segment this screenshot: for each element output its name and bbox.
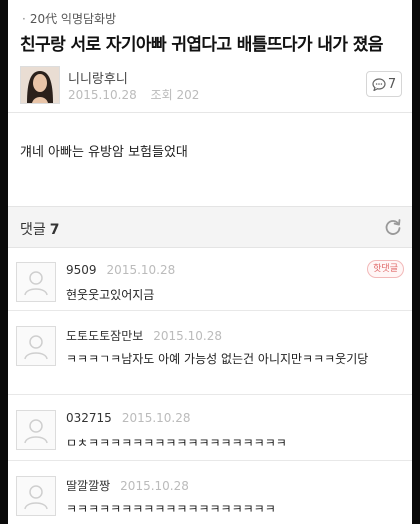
comments-header-count: 7 bbox=[49, 222, 60, 238]
board-name: 20代 익명담화방 bbox=[29, 12, 117, 26]
author-avatar[interactable] bbox=[20, 66, 60, 104]
comment-header: 딸깔깔짱 2015.10.28 bbox=[66, 477, 189, 494]
comment-item: 도토도토잠만보 2015.10.28 ㅋㅋㅋㄱㅋ남자도 아예 가능성 없는건 아니… bbox=[8, 318, 412, 395]
comment-item: 9509 2015.10.28 핫댓글 현웃웃고있어지금 bbox=[8, 254, 412, 311]
comment-header: 9509 2015.10.28 bbox=[66, 263, 175, 277]
commenter-avatar[interactable] bbox=[16, 262, 56, 302]
author-name[interactable]: 니니랑후니 bbox=[68, 68, 128, 87]
comment-date: 2015.10.28 bbox=[106, 263, 176, 277]
comments-header: 댓글 7 bbox=[8, 206, 412, 248]
bullet-icon: · bbox=[22, 12, 26, 26]
comment-header: 032715 2015.10.28 bbox=[66, 411, 191, 425]
post-views: 조회 202 bbox=[150, 88, 200, 102]
comment-count-button[interactable]: 7 bbox=[366, 71, 402, 97]
refresh-button[interactable] bbox=[382, 216, 404, 238]
comment-date: 2015.10.28 bbox=[121, 411, 191, 425]
comment-item: 딸깔깔짱 2015.10.28 ㅋㅋㅋㅋㅋㅋㅋㅋㅋㅋㅋㅋㅋㅋㅋㅋㅋㅋㅋ bbox=[8, 468, 412, 524]
post-date: 2015.10.28 bbox=[68, 88, 137, 102]
post-meta: 2015.10.28 조회 202 bbox=[68, 86, 199, 103]
comment-header: 도토도토잠만보 2015.10.28 bbox=[66, 327, 222, 344]
post-body: 걔네 아빠는 유방암 보험들었대 bbox=[20, 145, 188, 160]
default-user-icon bbox=[24, 335, 48, 360]
divider bbox=[8, 112, 412, 113]
comment-text: ㅁㅊㅋㅋㅋㅋㅋㅋㅋㅋㅋㅋㅋㅋㅋㅋㅋㅋㅋㅋ bbox=[66, 436, 287, 450]
comment-text: 현웃웃고있어지금 bbox=[66, 288, 155, 302]
commenter-name[interactable]: 032715 bbox=[66, 411, 112, 425]
comment-count: 7 bbox=[387, 76, 397, 92]
hot-comment-badge: 핫댓글 bbox=[367, 260, 404, 278]
default-user-icon bbox=[24, 271, 48, 296]
commenter-avatar[interactable] bbox=[16, 410, 56, 450]
commenter-name[interactable]: 도토도토잠만보 bbox=[66, 329, 143, 343]
comments-header-label: 댓글 7 bbox=[20, 219, 60, 239]
comment-date: 2015.10.28 bbox=[153, 329, 222, 343]
commenter-avatar[interactable] bbox=[16, 326, 56, 366]
comment-text: ㅋㅋㅋㅋㅋㅋㅋㅋㅋㅋㅋㅋㅋㅋㅋㅋㅋㅋㅋ bbox=[66, 502, 276, 516]
post-title: 친구랑 서로 자기아빠 귀엽다고 배틀뜨다가 내가 졌음 bbox=[20, 35, 383, 55]
speech-bubble-icon bbox=[372, 77, 386, 91]
profile-photo-icon bbox=[21, 67, 59, 103]
comments-label: 댓글 bbox=[20, 222, 46, 238]
comment-item: 032715 2015.10.28 ㅁㅊㅋㅋㅋㅋㅋㅋㅋㅋㅋㅋㅋㅋㅋㅋㅋㅋㅋㅋ bbox=[8, 402, 412, 461]
default-user-icon bbox=[24, 485, 48, 510]
commenter-avatar[interactable] bbox=[16, 476, 56, 516]
commenter-name[interactable]: 딸깔깔짱 bbox=[66, 479, 110, 493]
post-screen: · 20代 익명담화방 친구랑 서로 자기아빠 귀엽다고 배틀뜨다가 내가 졌음 … bbox=[8, 0, 412, 524]
comment-date: 2015.10.28 bbox=[120, 479, 189, 493]
refresh-icon bbox=[385, 219, 401, 235]
comment-text: ㅋㅋㅋㄱㅋ남자도 아예 가능성 없는건 아니지만ㅋㅋㅋ웃기당 bbox=[66, 352, 369, 366]
default-user-icon bbox=[24, 419, 48, 444]
author-row: 니니랑후니 2015.10.28 조회 202 7 bbox=[18, 62, 402, 106]
board-breadcrumb[interactable]: · 20代 익명담화방 bbox=[22, 10, 116, 27]
commenter-name[interactable]: 9509 bbox=[66, 263, 97, 277]
